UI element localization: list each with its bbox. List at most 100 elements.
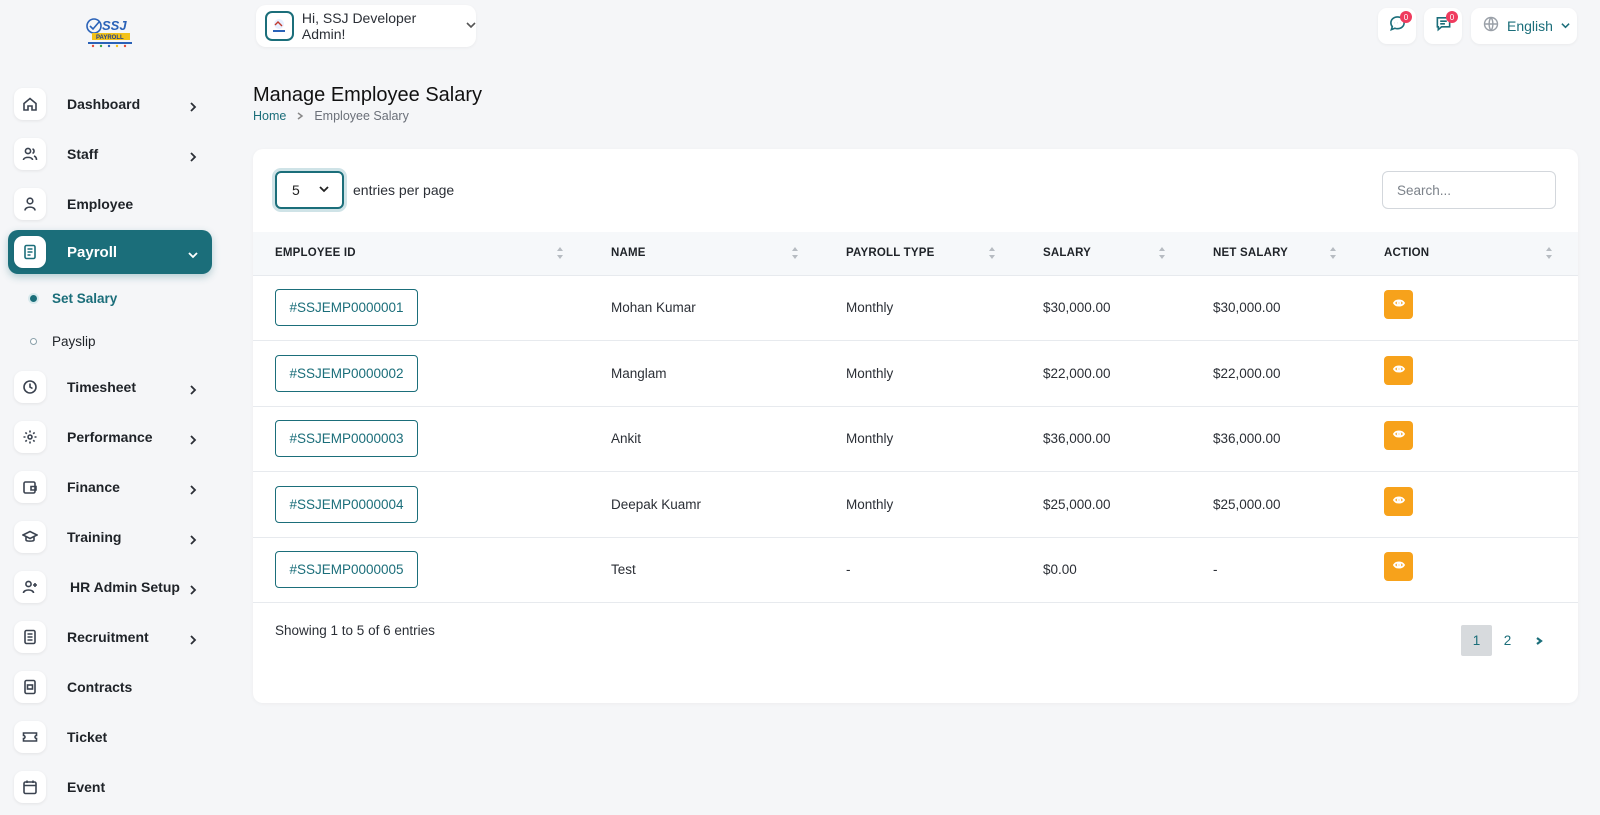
sort-icon — [791, 246, 799, 260]
payroll-type: Monthly — [846, 300, 894, 316]
chevron-down-icon — [466, 17, 476, 35]
net-salary-value: - — [1213, 562, 1218, 578]
user-menu[interactable]: Hi, SSJ Developer Admin! — [256, 5, 476, 47]
language-label: English — [1507, 18, 1553, 34]
chevron-right-icon — [188, 99, 198, 112]
users-icon — [14, 138, 46, 170]
table-header-row: Employee ID Name Payroll Type Salary Net… — [253, 232, 1578, 275]
sidebar-item-label: Timesheet — [67, 379, 136, 395]
sidebar-item-ticket[interactable]: Ticket — [8, 715, 212, 759]
language-selector[interactable]: English — [1471, 8, 1577, 44]
net-salary-value: $30,000.00 — [1213, 300, 1281, 316]
sidebar-item-event[interactable]: Event — [8, 765, 212, 809]
chevron-right-icon — [296, 109, 304, 123]
table-row: #SSJEMP0000002 Manglam Monthly $22,000.0… — [253, 341, 1578, 406]
entries-per-page-select[interactable]: 5 — [275, 171, 344, 209]
notifications-badge: 0 — [1446, 11, 1458, 23]
ssj-payroll-logo[interactable]: SSJ PAYROLL — [85, 14, 135, 48]
sort-icon — [1545, 246, 1553, 260]
chevron-right-icon — [188, 532, 198, 545]
column-header-net-salary[interactable]: Net Salary — [1191, 232, 1362, 275]
page-button-1[interactable]: 1 — [1461, 625, 1492, 656]
sidebar-item-label: Training — [67, 529, 122, 545]
net-salary-value: $25,000.00 — [1213, 496, 1281, 512]
table-row: #SSJEMP0000001 Mohan Kumar Monthly $30,0… — [253, 275, 1578, 341]
sidebar-item-timesheet[interactable]: Timesheet — [8, 365, 212, 409]
employee-id-button[interactable]: #SSJEMP0000003 — [275, 420, 418, 458]
sidebar-item-finance[interactable]: Finance — [8, 465, 212, 509]
globe-icon — [1483, 16, 1499, 37]
svg-text:PAYROLL: PAYROLL — [96, 35, 124, 41]
sidebar-item-training[interactable]: Training — [8, 515, 212, 559]
employee-id-button[interactable]: #SSJEMP0000001 — [275, 289, 418, 327]
payroll-type: - — [846, 562, 851, 578]
notifications-button[interactable]: 0 — [1424, 8, 1462, 44]
ticket-icon — [14, 721, 46, 753]
employee-id-button[interactable]: #SSJEMP0000004 — [275, 485, 418, 523]
net-salary-value: $36,000.00 — [1213, 431, 1281, 447]
page-button-2[interactable]: 2 — [1492, 625, 1523, 656]
net-salary-value: $22,000.00 — [1213, 365, 1281, 381]
chevron-down-icon — [318, 182, 330, 198]
view-button[interactable] — [1384, 421, 1413, 451]
sidebar-item-performance[interactable]: Performance — [8, 415, 212, 459]
sidebar-item-staff[interactable]: Staff — [8, 132, 212, 176]
sidebar-item-dashboard[interactable]: Dashboard — [8, 82, 212, 126]
table-row: #SSJEMP0000004 Deepak Kuamr Monthly $25,… — [253, 472, 1578, 537]
column-header-payroll-type[interactable]: Payroll Type — [824, 232, 1021, 275]
sidebar-item-label: Payroll — [67, 243, 118, 261]
sidebar-item-recruitment[interactable]: Recruitment — [8, 615, 212, 659]
pagination: 1 2 — [1461, 625, 1554, 656]
sort-icon — [556, 246, 564, 260]
receipt-icon — [14, 236, 46, 268]
view-button[interactable] — [1384, 290, 1413, 320]
column-header-label: Salary — [1043, 247, 1092, 260]
view-button[interactable] — [1384, 355, 1413, 385]
employee-name: Test — [611, 562, 636, 578]
entries-label: entries per page — [353, 182, 455, 198]
column-header-label: Net Salary — [1213, 247, 1289, 260]
bullet-icon — [30, 337, 37, 345]
sidebar-subitem-set-salary[interactable]: Set Salary — [8, 284, 212, 312]
column-header-employee-id[interactable]: Employee ID — [253, 232, 589, 275]
salary-value: $25,000.00 — [1043, 496, 1111, 512]
view-button[interactable] — [1384, 552, 1413, 582]
messages-button[interactable]: 0 — [1378, 8, 1416, 44]
salary-value: $0.00 — [1043, 562, 1077, 578]
next-page-button[interactable] — [1523, 625, 1554, 656]
sidebar-item-payroll[interactable]: Payroll — [8, 230, 212, 274]
employee-id-button[interactable]: #SSJEMP0000002 — [275, 354, 418, 392]
search-input[interactable] — [1382, 171, 1556, 209]
sidebar-subitem-label: Set Salary — [52, 290, 118, 306]
entries-value: 5 — [292, 182, 300, 198]
table-row: #SSJEMP0000003 Ankit Monthly $36,000.00 … — [253, 406, 1578, 472]
sidebar-item-label: HR Admin Setup — [70, 579, 180, 595]
user-greeting: Hi, SSJ Developer Admin! — [301, 10, 417, 42]
sidebar-item-hr-admin-setup[interactable]: HR Admin Setup — [8, 565, 212, 609]
column-header-salary[interactable]: Salary — [1021, 232, 1191, 275]
sidebar-subitem-payslip[interactable]: Payslip — [8, 327, 212, 355]
column-header-action[interactable]: Action — [1362, 232, 1578, 275]
column-header-label: Name — [611, 247, 646, 260]
salary-value: $30,000.00 — [1043, 300, 1111, 316]
column-header-label: Payroll Type — [846, 247, 935, 260]
sidebar-item-contracts[interactable]: Contracts — [8, 665, 212, 709]
eye-icon — [1392, 363, 1405, 378]
chevron-right-icon — [188, 432, 198, 445]
document-icon — [14, 621, 46, 653]
column-header-name[interactable]: Name — [589, 232, 824, 275]
eye-icon — [1392, 428, 1405, 443]
sidebar-item-label: Employee — [67, 196, 134, 212]
payroll-type: Monthly — [846, 365, 894, 381]
breadcrumb-home-link[interactable]: Home — [253, 109, 286, 123]
sidebar-item-label: Event — [67, 779, 106, 795]
entries-control: 5 entries per page — [275, 171, 454, 209]
view-button[interactable] — [1384, 486, 1413, 516]
salary-table: Employee ID Name Payroll Type Salary Net… — [253, 232, 1578, 603]
chevron-right-icon — [188, 149, 198, 162]
sort-icon — [988, 246, 996, 260]
sidebar-item-employee[interactable]: Employee — [8, 182, 212, 226]
clock-icon — [14, 371, 46, 403]
performance-icon — [14, 421, 46, 453]
employee-id-button[interactable]: #SSJEMP0000005 — [275, 551, 418, 589]
